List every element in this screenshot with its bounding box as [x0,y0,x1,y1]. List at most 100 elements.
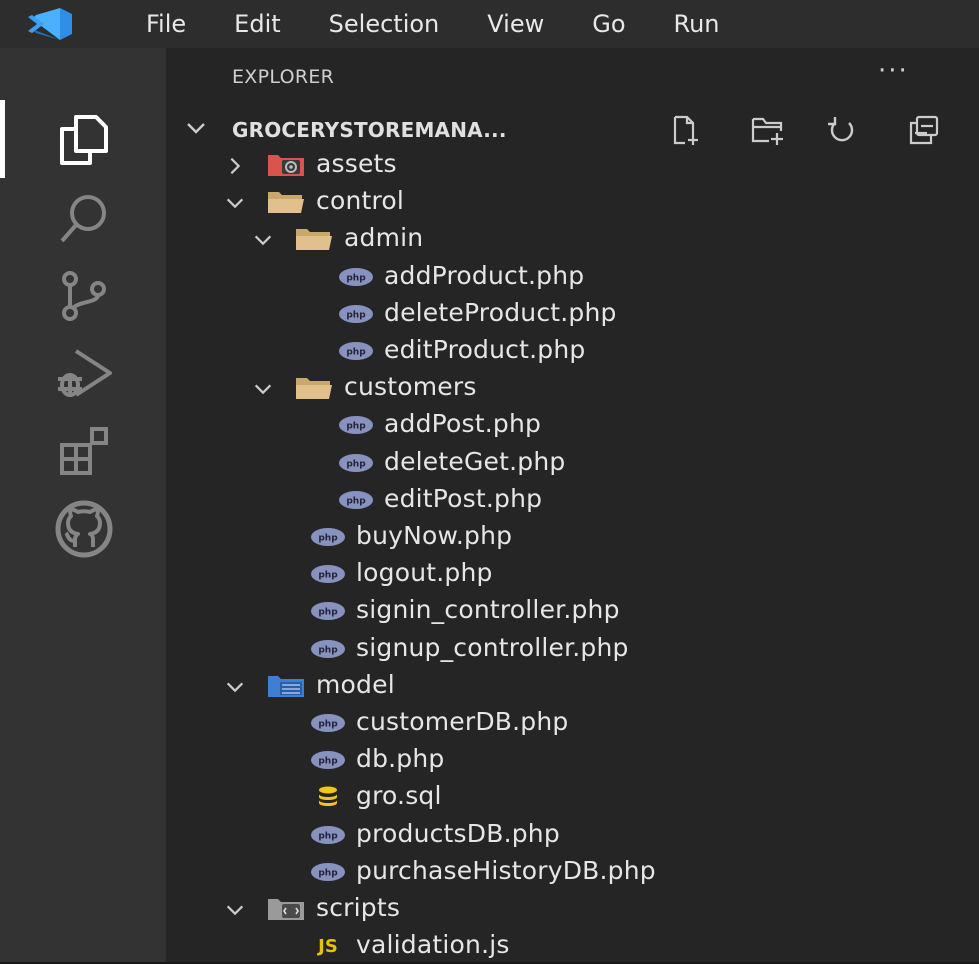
tree-folder[interactable]: scripts [166,890,979,927]
tree-file[interactable]: php customerDB.php [166,704,979,741]
php-icon: php [308,710,348,736]
tree-file-label: validation.js [356,930,510,960]
php-icon: php [308,598,348,624]
tree-folder[interactable]: customers [166,369,979,406]
tree-file[interactable]: php editProduct.php [166,332,979,369]
source-control-icon[interactable] [44,260,124,330]
tree-file[interactable]: php purchaseHistoryDB.php [166,853,979,890]
folder-open-icon [294,375,334,401]
extensions-icon[interactable] [44,416,124,486]
run-debug-icon[interactable] [44,338,124,408]
github-icon[interactable] [44,494,124,564]
active-indicator [0,100,5,178]
svg-text:php: php [318,831,338,841]
search-icon[interactable] [44,184,124,254]
tree-file[interactable]: php addPost.php [166,406,979,443]
tree-file-label: db.php [356,744,445,774]
tree-folder[interactable]: assets [166,146,979,183]
tree-file[interactable]: php addProduct.php [166,258,979,295]
svg-text:php: php [346,422,366,432]
tree-file-label: productsDB.php [356,818,560,848]
tree-file-label: editProduct.php [384,335,586,364]
tree-folder[interactable]: model [166,667,979,704]
php-icon: php [308,636,348,662]
tree-file[interactable]: php signin_controller.php [166,592,979,629]
tree-file-label: editPost.php [384,483,543,513]
tree-file-label: deleteProduct.php [384,297,617,327]
tree-file[interactable]: php db.php [166,741,979,778]
tree-file-label: customerDB.php [356,707,569,736]
workspace-root-label: GROCERYSTOREMANA... [232,118,507,142]
svg-text:php: php [318,645,338,655]
activity-bar [0,48,166,962]
scripts-folder-icon [266,896,306,922]
tree-file-label: signin_controller.php [356,595,620,625]
vscode-logo-icon [0,0,100,48]
tree-file[interactable]: php editPost.php [166,481,979,518]
svg-text:php: php [346,348,366,358]
collapse-all-icon[interactable] [906,114,942,146]
php-icon: php [308,524,348,550]
php-icon: php [308,822,348,848]
svg-text:php: php [346,459,366,469]
chevron-down-icon [224,899,246,925]
tree-file-label: gro.sql [356,781,442,811]
svg-text:php: php [346,496,366,506]
menu-go[interactable]: Go [592,0,625,48]
menu-run[interactable]: Run [674,0,720,48]
menu-edit[interactable]: Edit [234,0,280,48]
svg-text:php: php [318,720,338,730]
chevron-down-icon [224,192,246,218]
more-actions-icon[interactable]: ··· [878,56,909,86]
explorer-panel: EXPLORER ··· GROCERYSTOREMANA... assets … [166,48,979,962]
menu-selection[interactable]: Selection [329,0,440,48]
php-icon: php [336,338,376,364]
tree-folder[interactable]: admin [166,220,979,257]
php-icon: php [336,264,376,290]
refresh-icon[interactable] [824,114,860,146]
tree-file-label: addPost.php [384,409,542,439]
workspace-root[interactable]: GROCERYSTOREMANA... [166,110,979,150]
menu-file[interactable]: File [146,0,186,48]
folder-open-icon [294,226,334,252]
js-badge: JS [318,935,338,957]
menu-bar: File Edit Selection View Go Run [0,0,979,48]
tree-folder-label: admin [344,223,424,253]
new-file-icon[interactable] [668,114,704,146]
tree-file-label: deleteGet.php [384,446,566,476]
tree-folder[interactable]: control [166,183,979,220]
assets-folder-icon [266,152,306,178]
php-icon: php [336,487,376,513]
folder-open-icon [266,189,306,215]
explorer-title: EXPLORER [232,66,335,88]
tree-file[interactable]: php buyNow.php [166,518,979,555]
database-icon [308,784,348,810]
tree-file[interactable]: php deleteProduct.php [166,295,979,332]
new-folder-icon[interactable] [750,114,786,146]
explorer-icon[interactable] [44,104,124,174]
tree-file[interactable]: gro.sql [166,778,979,815]
tree-folder-label: assets [316,149,397,178]
tree-file[interactable]: php deleteGet.php [166,444,979,481]
svg-text:php: php [318,571,338,581]
tree-file-label: purchaseHistoryDB.php [356,855,656,885]
tree-folder-label: model [316,669,395,699]
chevron-down-icon [184,116,208,144]
tree-file-label: addProduct.php [384,260,585,290]
php-icon: php [308,561,348,587]
php-icon: php [336,301,376,327]
php-icon: php [308,747,348,773]
svg-text:php: php [318,757,338,767]
php-icon: php [336,450,376,476]
tree-file[interactable]: php signup_controller.php [166,630,979,667]
tree-file[interactable]: php productsDB.php [166,816,979,853]
svg-text:php: php [318,608,338,618]
svg-text:php: php [318,534,338,544]
tree-folder-label: customers [344,372,477,402]
tree-file[interactable]: JS validation.js [166,927,979,964]
chevron-down-icon [252,229,274,255]
php-icon: php [336,412,376,438]
js-icon: JS [308,933,348,959]
menu-view[interactable]: View [487,0,544,48]
tree-file[interactable]: php logout.php [166,555,979,592]
